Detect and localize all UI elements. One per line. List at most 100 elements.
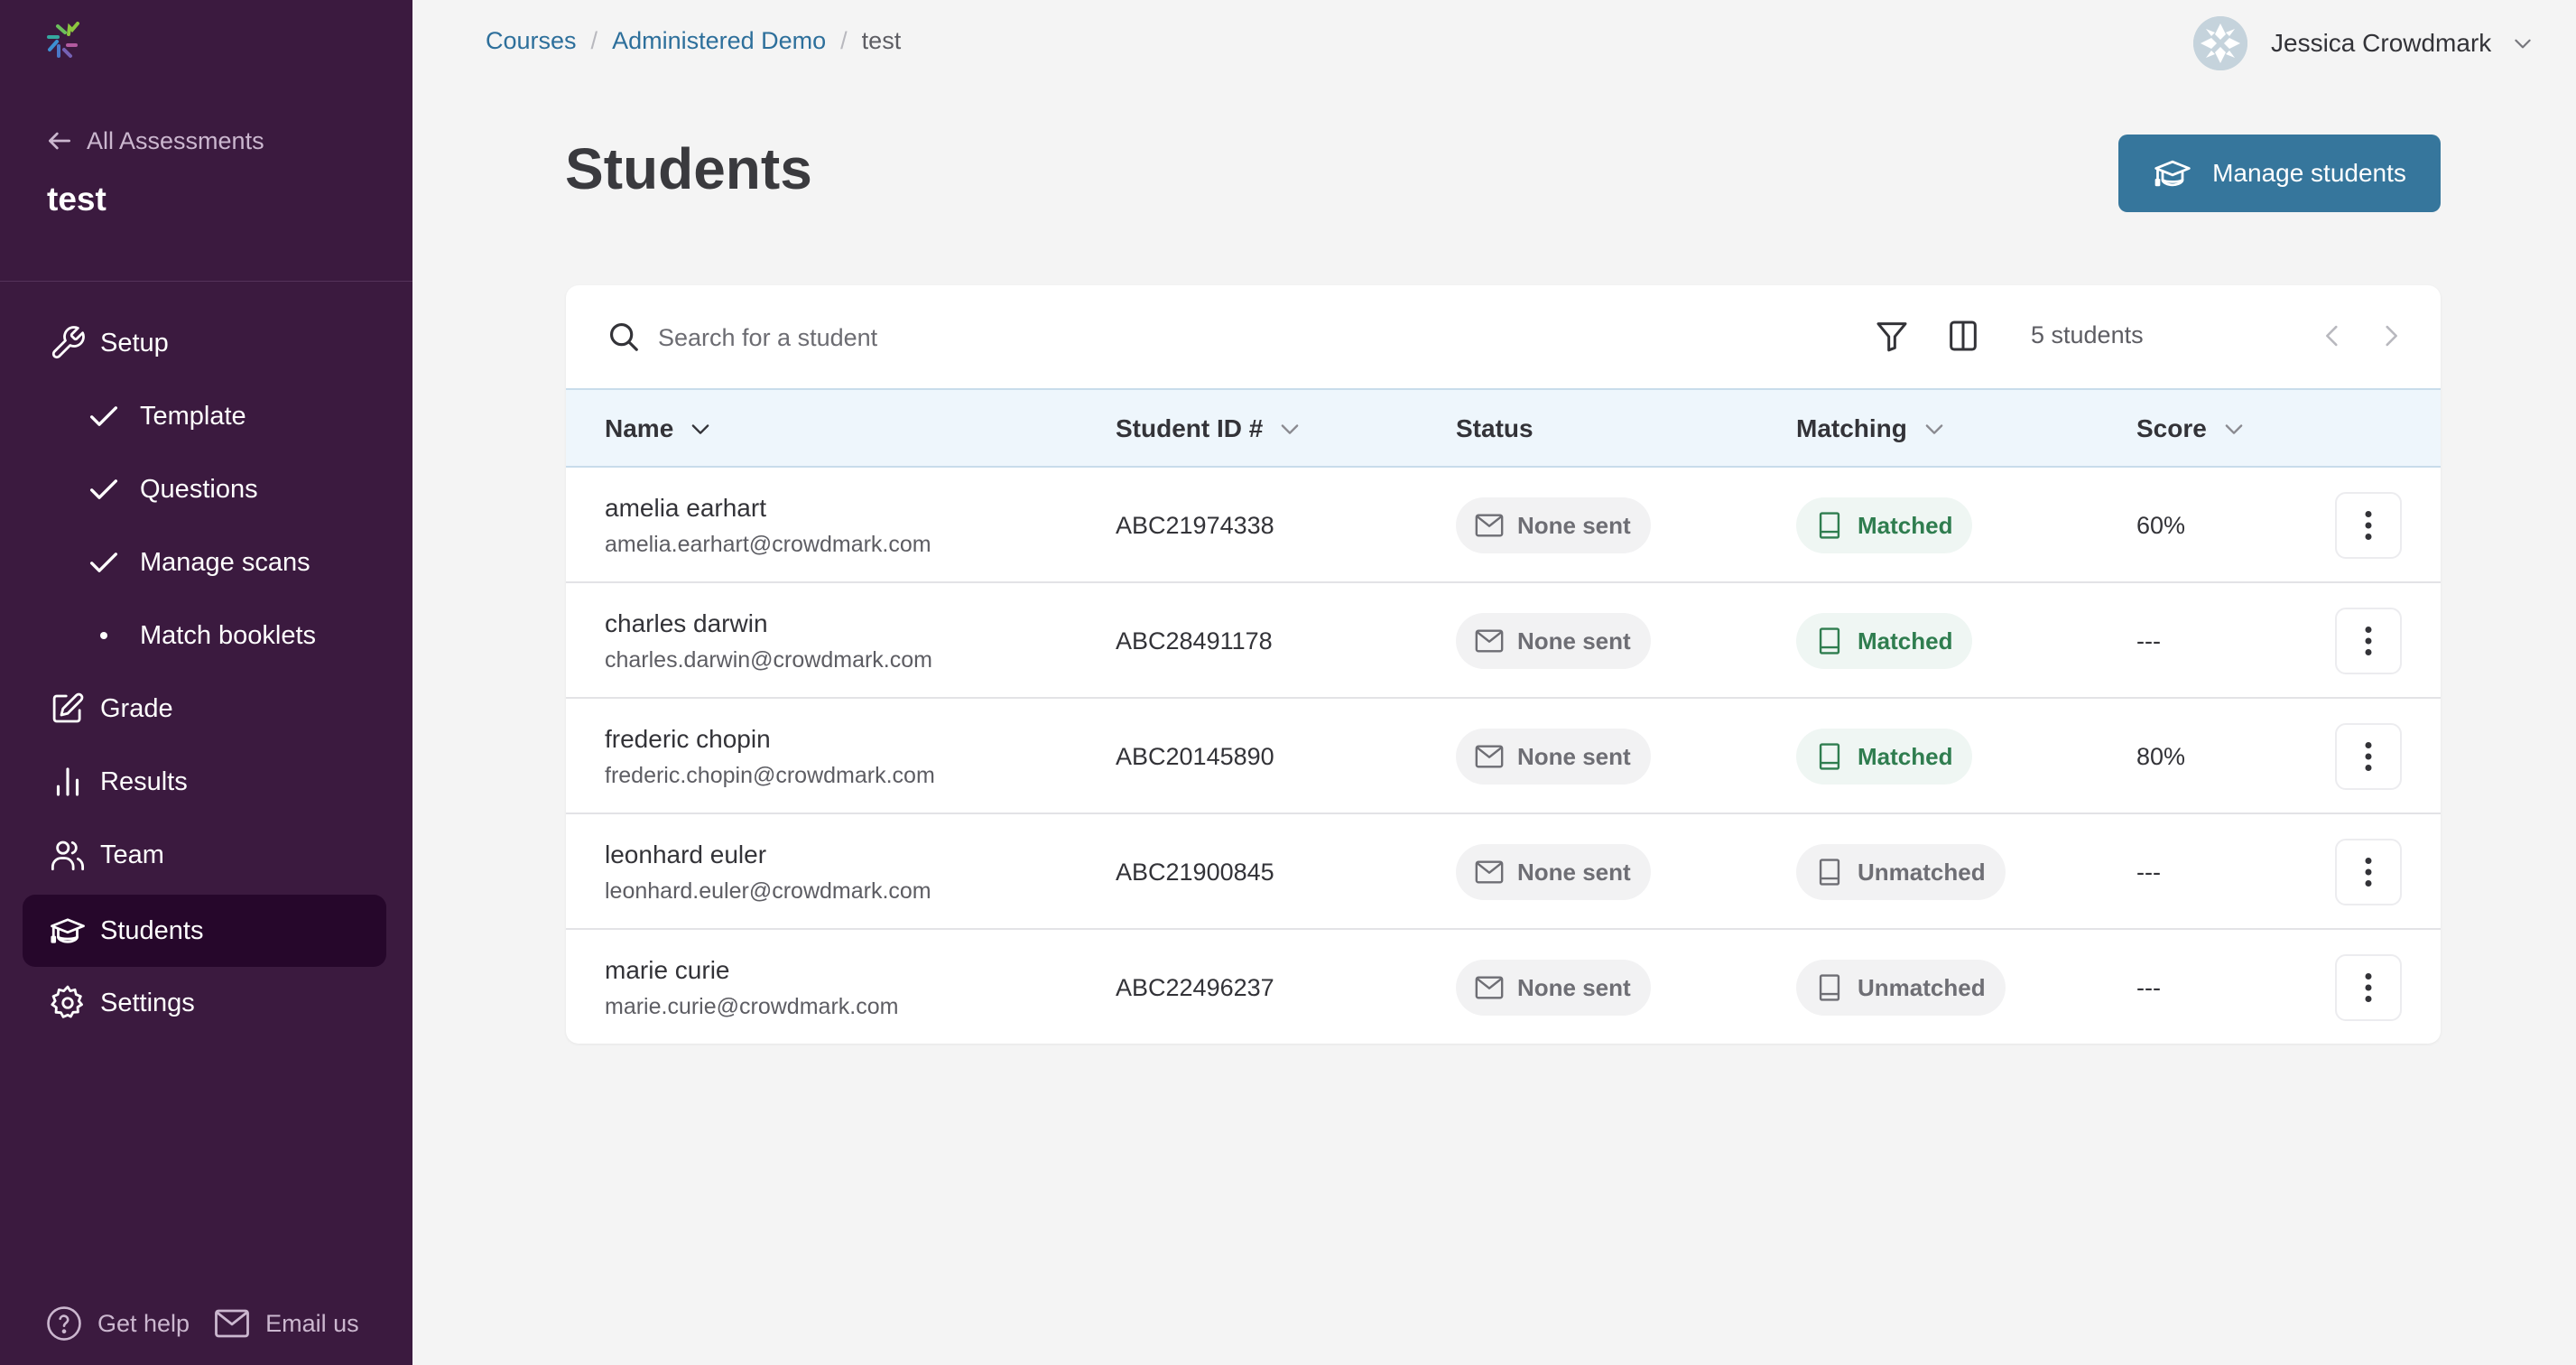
- status-badge[interactable]: None sent: [1456, 613, 1651, 669]
- filter-button[interactable]: [1872, 316, 1912, 356]
- sidebar-item-questions[interactable]: Questions: [23, 453, 386, 525]
- graduation-cap-icon: [2154, 160, 2191, 187]
- name-cell: leonhard euler leonhard.euler@crowdmark.…: [605, 814, 931, 930]
- row-actions-button[interactable]: [2335, 954, 2402, 1021]
- column-label: Score: [2136, 414, 2207, 442]
- table-header: Name Student ID # Status Matching Score: [566, 388, 2441, 468]
- chevron-right-icon: [2386, 325, 2397, 347]
- assessment-title: test: [47, 181, 107, 218]
- table-row[interactable]: amelia earhart amelia.earhart@crowdmark.…: [566, 468, 2441, 583]
- columns-button[interactable]: [1943, 316, 1983, 356]
- column-label: Matching: [1796, 414, 1907, 442]
- mail-icon: [1475, 514, 1504, 537]
- matching-badge[interactable]: Matched: [1796, 613, 1973, 669]
- table-row[interactable]: charles darwin charles.darwin@crowdmark.…: [566, 583, 2441, 699]
- sidebar-item-match-booklets[interactable]: Match booklets: [23, 599, 386, 672]
- table-row[interactable]: leonhard euler leonhard.euler@crowdmark.…: [566, 814, 2441, 930]
- more-vertical-icon: [2365, 973, 2372, 1002]
- booklet-icon: [1819, 627, 1840, 655]
- avatar: [2193, 16, 2247, 70]
- status-badge[interactable]: None sent: [1456, 960, 1651, 1016]
- student-id-cell: ABC21974338: [1116, 511, 1274, 539]
- crowdmark-logo-icon[interactable]: [45, 22, 90, 63]
- row-actions-button[interactable]: [2335, 608, 2402, 674]
- next-page-button[interactable]: [2371, 316, 2411, 356]
- status-badge[interactable]: None sent: [1456, 497, 1651, 553]
- all-assessments-link[interactable]: All Assessments: [45, 126, 264, 155]
- sidebar-item-label: Manage scans: [140, 547, 310, 577]
- row-actions-button[interactable]: [2335, 839, 2402, 905]
- score-cell: ---: [2136, 973, 2161, 1001]
- table-body: amelia earhart amelia.earhart@crowdmark.…: [566, 468, 2441, 1045]
- edit-icon: [48, 689, 88, 729]
- sidebar-item-students[interactable]: Students: [23, 895, 386, 967]
- student-email: frederic.chopin@crowdmark.com: [605, 762, 935, 788]
- column-header-student-id[interactable]: Student ID #: [1116, 390, 1302, 468]
- status-label: None sent: [1517, 627, 1631, 655]
- previous-page-button[interactable]: [2312, 316, 2352, 356]
- column-label: Student ID #: [1116, 414, 1264, 442]
- check-icon: [86, 543, 122, 582]
- row-actions-button[interactable]: [2335, 723, 2402, 790]
- search-input[interactable]: [658, 312, 1470, 363]
- column-header-matching[interactable]: Matching: [1796, 390, 1947, 468]
- status-label: None sent: [1517, 858, 1631, 886]
- column-label: Name: [605, 414, 674, 442]
- user-menu[interactable]: Jessica Crowdmark: [2193, 16, 2534, 70]
- mail-icon: [1475, 860, 1504, 884]
- student-name: marie curie: [605, 955, 730, 984]
- matching-label: Unmatched: [1858, 858, 1986, 886]
- breadcrumb-administered-demo[interactable]: Administered Demo: [612, 27, 826, 55]
- matching-badge[interactable]: Unmatched: [1796, 844, 2006, 900]
- student-name: amelia earhart: [605, 493, 766, 522]
- sidebar-divider: [0, 281, 412, 282]
- filter-icon: [1876, 322, 1907, 352]
- name-cell: amelia earhart amelia.earhart@crowdmark.…: [605, 468, 931, 583]
- student-email: charles.darwin@crowdmark.com: [605, 646, 932, 673]
- name-cell: frederic chopin frederic.chopin@crowdmar…: [605, 699, 935, 814]
- sidebar-item-template[interactable]: Template: [23, 380, 386, 452]
- status-badge[interactable]: None sent: [1456, 844, 1651, 900]
- matching-badge[interactable]: Matched: [1796, 497, 1973, 553]
- sidebar-footer: Get help Email us: [45, 1305, 359, 1342]
- manage-students-button[interactable]: Manage students: [2118, 135, 2441, 212]
- arrow-left-icon: [49, 132, 70, 150]
- column-header-score[interactable]: Score: [2136, 390, 2247, 468]
- mail-icon: [1475, 745, 1504, 768]
- more-vertical-icon: [2365, 742, 2372, 771]
- email-us-link[interactable]: Email us: [213, 1305, 359, 1342]
- table-row[interactable]: frederic chopin frederic.chopin@crowdmar…: [566, 699, 2441, 814]
- breadcrumb-courses[interactable]: Courses: [486, 27, 577, 55]
- students-table-card: 5 students Name Student ID # Status Matc…: [566, 285, 2441, 1044]
- matching-cell: Unmatched: [1796, 930, 2006, 1045]
- chevron-down-icon: [2515, 39, 2531, 49]
- email-us-label: Email us: [265, 1309, 359, 1337]
- get-help-link[interactable]: Get help: [45, 1305, 190, 1342]
- sidebar-item-grade[interactable]: Grade: [23, 673, 386, 745]
- sidebar-item-team[interactable]: Team: [23, 819, 386, 891]
- table-row[interactable]: marie curie marie.curie@crowdmark.com AB…: [566, 930, 2441, 1045]
- sidebar-item-label: Students: [100, 915, 204, 945]
- matching-badge[interactable]: Unmatched: [1796, 960, 2006, 1016]
- sidebar-item-label: Grade: [100, 693, 173, 723]
- sidebar-item-manage-scans[interactable]: Manage scans: [23, 526, 386, 599]
- sidebar-item-setup[interactable]: Setup: [23, 307, 386, 379]
- column-header-name[interactable]: Name: [605, 390, 713, 468]
- users-icon: [48, 835, 88, 875]
- all-assessments-label: All Assessments: [87, 126, 264, 154]
- score-cell: 60%: [2136, 511, 2186, 539]
- booklet-icon: [1819, 859, 1840, 886]
- row-actions-button[interactable]: [2335, 492, 2402, 559]
- sidebar-item-settings[interactable]: Settings: [23, 967, 386, 1039]
- matching-badge[interactable]: Matched: [1796, 729, 1973, 785]
- sidebar-item-results[interactable]: Results: [23, 746, 386, 818]
- wrench-icon: [48, 323, 88, 363]
- check-icon: [86, 469, 122, 509]
- status-badge[interactable]: None sent: [1456, 729, 1651, 785]
- more-vertical-icon: [2365, 627, 2372, 655]
- sidebar-item-label: Template: [140, 401, 246, 431]
- chevron-down-icon: [1925, 424, 1943, 434]
- sidebar-item-label: Results: [100, 766, 188, 796]
- column-label: Status: [1456, 414, 1534, 442]
- user-name: Jessica Crowdmark: [2271, 29, 2492, 57]
